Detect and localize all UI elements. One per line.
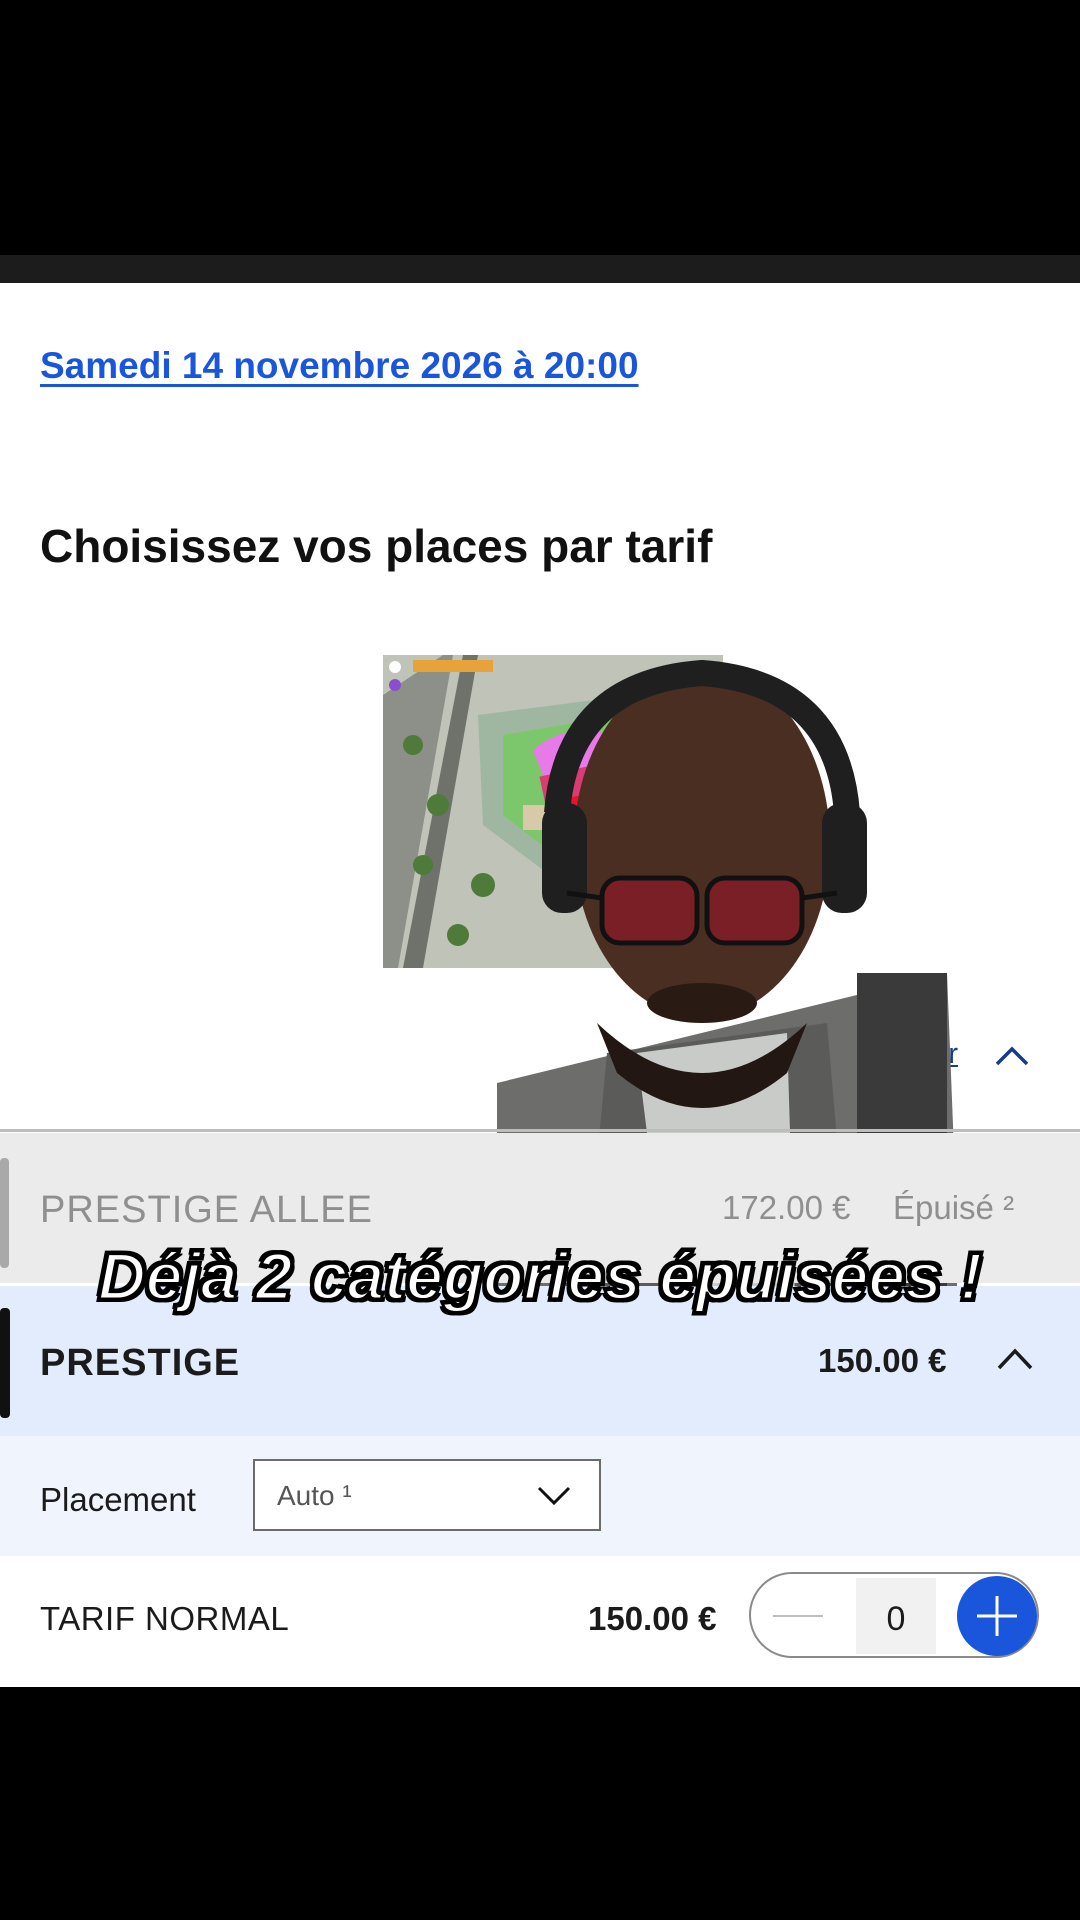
collapse-all-link[interactable]: Tout replier	[815, 1038, 958, 1071]
tarif-name: TARIF NORMAL	[40, 1600, 290, 1637]
event-date-link[interactable]: Samedi 14 novembre 2026 à 20:00	[40, 345, 639, 387]
video-caption: Déjà 2 catégories épuisées !	[96, 1238, 983, 1315]
tarif-row-normal: TARIF NORMAL 150.00 € 0	[0, 1556, 1080, 1687]
video-top-letterbox	[0, 0, 1080, 255]
video-bottom-letterbox	[0, 1687, 1080, 1920]
tarif-price: 150.00 €	[588, 1600, 717, 1637]
venue-map-illustration	[383, 655, 723, 968]
quantity-stepper: 0	[749, 1572, 1039, 1658]
category-name: PRESTIGE	[40, 1342, 241, 1384]
magnifier-icon[interactable]	[767, 753, 815, 801]
quantity-value: 0	[886, 1600, 906, 1638]
venue-seating-map[interactable]	[383, 655, 723, 968]
minus-icon[interactable]	[773, 1615, 823, 1617]
placement-row: Placement Auto ¹	[0, 1436, 1080, 1556]
plus-button[interactable]	[957, 1576, 1037, 1656]
category-name: PRESTIGE ALLEE	[40, 1189, 373, 1231]
category-price: 172.00 €	[722, 1189, 851, 1226]
chevron-down-icon	[537, 1486, 571, 1506]
chevron-up-icon[interactable]	[994, 1044, 1030, 1068]
plus-icon	[977, 1596, 1017, 1636]
category-indicator	[0, 1308, 10, 1418]
collapse-all-row: Tout replier	[0, 1038, 1080, 1088]
placement-label: Placement	[40, 1481, 196, 1518]
quantity-box: 0	[856, 1578, 936, 1654]
chevron-up-icon[interactable]	[996, 1346, 1034, 1372]
ticket-page: Samedi 14 novembre 2026 à 20:00 Choisiss…	[0, 283, 1080, 1687]
category-price: 150.00 €	[818, 1342, 947, 1379]
placement-select[interactable]: Auto ¹	[253, 1459, 601, 1531]
video-top-strip	[0, 255, 1080, 283]
section-divider	[0, 1129, 1080, 1132]
placement-selected-value: Auto ¹	[277, 1480, 352, 1511]
section-heading: Choisissez vos places par tarif	[40, 520, 713, 572]
soldout-status: Épuisé ²	[893, 1189, 1015, 1226]
